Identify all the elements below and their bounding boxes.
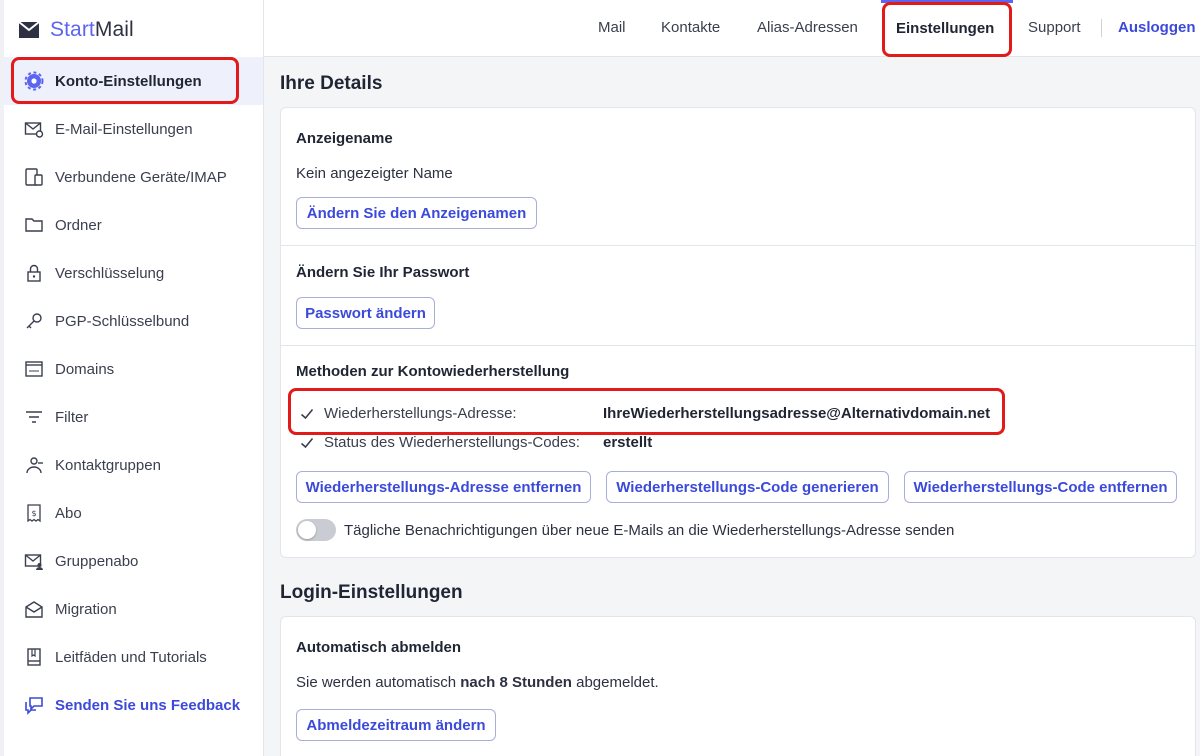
section-title-details: Ihre Details <box>280 73 383 94</box>
gear-icon <box>24 71 44 91</box>
envelope-logo-icon <box>18 21 40 38</box>
check-icon <box>300 437 314 449</box>
startmail-logo[interactable]: StartMail <box>18 16 134 44</box>
active-tab-indicator <box>881 0 1013 3</box>
sidebar-item-folders[interactable]: Ordner <box>4 201 263 249</box>
change-logout-period-button[interactable]: Abmeldezeitraum ändern <box>296 709 496 741</box>
sidebar-item-label: Filter <box>55 408 89 426</box>
tab-mail[interactable]: Mail <box>598 19 626 36</box>
tab-contacts[interactable]: Kontakte <box>661 19 720 36</box>
sidebar-item-devices-imap[interactable]: Verbundene Geräte/IMAP <box>4 153 263 201</box>
sidebar-item-label: Leitfäden und Tutorials <box>55 648 207 666</box>
sidebar-item-label: PGP-Schlüsselbund <box>55 312 190 330</box>
lock-icon <box>24 263 44 283</box>
app-window: StartMail Konto-Einstellungen E-Mail-Ein… <box>0 0 1200 756</box>
sidebar-item-label: Verschlüsselung <box>55 264 165 282</box>
book-icon <box>24 647 44 667</box>
contact-groups-icon <box>24 455 44 475</box>
group-mail-icon <box>24 551 44 571</box>
sidebar-item-label: Domains <box>55 360 115 378</box>
change-display-name-button[interactable]: Ändern Sie den Anzeigenamen <box>296 197 537 229</box>
sidebar-item-label: Abo <box>55 504 82 522</box>
settings-nav: Konto-Einstellungen E-Mail-Einstellungen… <box>4 57 263 729</box>
auto-logout-heading: Automatisch abmelden <box>296 639 462 656</box>
folder-icon <box>24 215 44 235</box>
remove-recovery-code-button[interactable]: Wiederherstellungs-Code entfernen <box>904 471 1177 503</box>
display-name-value: Kein angezeigter Name <box>296 165 453 182</box>
mail-settings-icon <box>24 119 44 139</box>
login-card: Automatisch abmelden Sie werden automati… <box>280 616 1196 756</box>
sidebar-item-guides-tutorials[interactable]: Leitfäden und Tutorials <box>4 633 263 681</box>
filter-icon <box>24 407 44 427</box>
sidebar-item-label: Verbundene Geräte/IMAP <box>55 168 227 186</box>
remove-recovery-address-button[interactable]: Wiederherstellungs-Adresse entfernen <box>296 471 591 503</box>
logo-text: StartMail <box>50 18 134 41</box>
details-card: Anzeigename Kein angezeigter Name Ändern… <box>280 107 1196 558</box>
auto-logout-duration: nach 8 Stunden <box>460 674 572 691</box>
sidebar-item-label: Ordner <box>55 216 102 234</box>
devices-icon <box>24 167 44 187</box>
tab-aliases[interactable]: Alias-Adressen <box>757 19 858 36</box>
domain-icon <box>24 359 44 379</box>
svg-text:$: $ <box>31 509 36 518</box>
daily-notifications-toggle[interactable] <box>296 519 336 541</box>
display-name-heading: Anzeigename <box>296 130 393 147</box>
sidebar-item-migration[interactable]: Migration <box>4 585 263 633</box>
feedback-icon <box>24 695 44 715</box>
sidebar-item-label: Migration <box>55 600 117 618</box>
sidebar-item-label: Kontaktgruppen <box>55 456 161 474</box>
toggle-knob <box>298 521 316 539</box>
sidebar-item-contact-groups[interactable]: Kontaktgruppen <box>4 441 263 489</box>
sidebar-item-label: E-Mail-Einstellungen <box>55 120 193 138</box>
recovery-code-status: erstellt <box>603 434 653 451</box>
tab-support[interactable]: Support <box>1028 19 1081 36</box>
auto-logout-text: Sie werden automatisch nach 8 Stunden ab… <box>296 674 659 691</box>
sidebar: StartMail Konto-Einstellungen E-Mail-Ein… <box>0 0 264 756</box>
daily-notifications-label: Tägliche Benachrichtigungen über neue E-… <box>344 522 955 539</box>
logout-link[interactable]: Ausloggen <box>1118 19 1196 36</box>
receipt-icon: $ <box>24 503 44 523</box>
sidebar-item-label: Gruppenabo <box>55 552 139 570</box>
recovery-address-label: Wiederherstellungs-Adresse: <box>324 405 517 422</box>
section-title-login: Login-Einstellungen <box>280 582 463 603</box>
recovery-heading: Methoden zur Kontowiederherstellung <box>296 363 570 380</box>
generate-recovery-code-button[interactable]: Wiederherstellungs-Code generieren <box>606 471 889 503</box>
sidebar-item-label: Senden Sie uns Feedback <box>55 696 241 714</box>
sidebar-item-feedback[interactable]: Senden Sie uns Feedback <box>4 681 263 729</box>
password-heading: Ändern Sie Ihr Passwort <box>296 264 470 281</box>
sidebar-item-pgp-keyring[interactable]: PGP-Schlüsselbund <box>4 297 263 345</box>
migration-icon <box>24 599 44 619</box>
card-divider <box>281 245 1195 246</box>
change-password-button[interactable]: Passwort ändern <box>296 297 435 329</box>
sidebar-item-filter[interactable]: Filter <box>4 393 263 441</box>
top-navigation: Mail Kontakte Alias-Adressen Einstellung… <box>264 0 1200 57</box>
key-icon <box>24 311 44 331</box>
sidebar-item-email-settings[interactable]: E-Mail-Einstellungen <box>4 105 263 153</box>
sidebar-item-label: Konto-Einstellungen <box>55 72 202 90</box>
sidebar-item-encryption[interactable]: Verschlüsselung <box>4 249 263 297</box>
sidebar-item-account-settings[interactable]: Konto-Einstellungen <box>4 57 263 105</box>
recovery-code-label: Status des Wiederherstellungs-Codes: <box>324 434 580 451</box>
check-icon <box>300 408 314 420</box>
sidebar-item-domains[interactable]: Domains <box>4 345 263 393</box>
tab-settings[interactable]: Einstellungen <box>896 20 994 37</box>
card-divider <box>281 345 1195 346</box>
recovery-address-value: IhreWiederherstellungsadresse@Alternativ… <box>603 405 991 422</box>
nav-divider <box>1101 19 1102 37</box>
sidebar-item-subscription[interactable]: $ Abo <box>4 489 263 537</box>
sidebar-item-group-subscription[interactable]: Gruppenabo <box>4 537 263 585</box>
